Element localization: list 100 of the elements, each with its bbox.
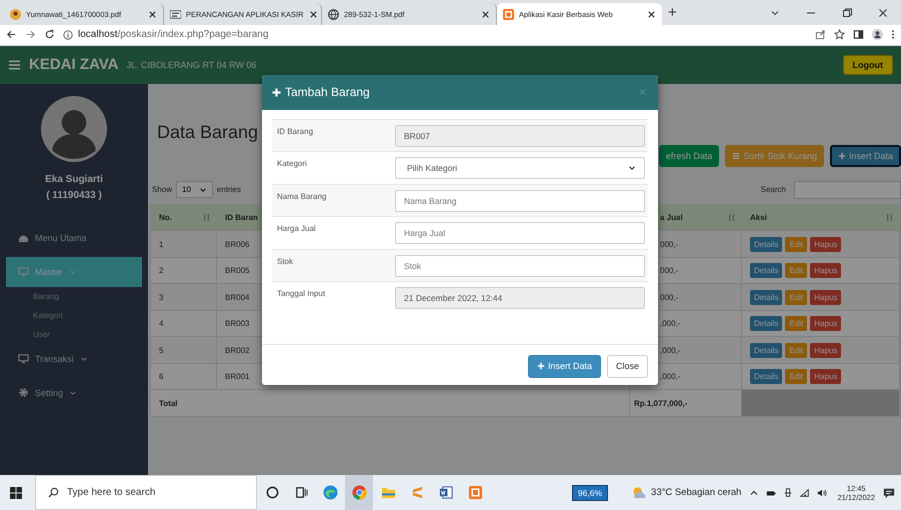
forward-icon[interactable] (25, 29, 36, 40)
field-label: Harga Jual (276, 223, 317, 234)
circle-icon (264, 485, 280, 500)
table-cell: 5 (151, 337, 217, 363)
windows-start-icon[interactable] (10, 486, 22, 498)
close-icon[interactable] (481, 10, 490, 18)
page-title: Data Barang (156, 122, 258, 143)
wifi-icon[interactable] (800, 488, 810, 498)
row-action-button[interactable]: Edit (785, 290, 808, 305)
taskbar-search-field[interactable]: Type here to search (35, 475, 257, 510)
row-action-button[interactable]: Details (750, 263, 782, 278)
submenu-item[interactable]: Kategori (0, 306, 148, 325)
plus-icon (536, 362, 545, 370)
insert-data-button[interactable]: Insert Data (528, 354, 601, 378)
field-label: Kategori (276, 158, 308, 168)
browser-icon (322, 485, 338, 500)
sidebar-item[interactable]: Transaksi (6, 344, 142, 374)
battery-percentage[interactable]: 96,6% (572, 484, 608, 500)
row-action-button[interactable]: Edit (785, 263, 808, 278)
row-action-button[interactable]: Hapus (810, 236, 842, 252)
input-field[interactable]: Harga Jual (395, 222, 645, 244)
entries-label: entries (216, 185, 241, 194)
input-field[interactable]: Nama Barang (395, 190, 645, 212)
app-icon (503, 8, 514, 20)
field-label: Stok (276, 256, 294, 266)
toolbar-button[interactable]: Insert Data (830, 144, 901, 167)
close-button[interactable]: Close (606, 354, 648, 378)
url-text: localhost/poskasir/index.php?page=barang (78, 29, 268, 40)
modal-title: Tambah Barang (285, 85, 370, 100)
row-action-button[interactable]: Details (750, 342, 782, 358)
row-action-button[interactable]: Hapus (810, 342, 842, 358)
field-label: Nama Barang (276, 190, 328, 201)
row-action-button[interactable]: Edit (785, 342, 808, 358)
profile-icon[interactable] (872, 29, 883, 40)
settings-icon (18, 387, 29, 398)
user-name: Eka Sugiarti (45, 174, 103, 185)
row-action-button[interactable]: Hapus (810, 316, 842, 332)
submenu-item[interactable]: User (0, 324, 148, 344)
sort-icon (886, 213, 893, 222)
close-icon[interactable] (308, 10, 318, 18)
restore-icon[interactable] (841, 6, 853, 18)
row-action-button[interactable]: Edit (785, 316, 808, 332)
document-icon (170, 8, 181, 20)
category-select[interactable]: Pilih Kategori (395, 157, 645, 180)
browser-icon (352, 485, 366, 500)
star-icon[interactable] (834, 29, 845, 40)
close-icon[interactable] (148, 10, 157, 18)
close-button[interactable]: × (636, 85, 648, 100)
chevron-down-icon (198, 186, 207, 194)
folder-icon (380, 485, 396, 500)
document-icon (438, 485, 454, 500)
share-icon[interactable] (815, 29, 826, 40)
side-panel-icon[interactable] (853, 29, 864, 40)
sidebar-item[interactable]: Menu Utama (6, 222, 142, 253)
user-id: ( 11190433 ) (46, 190, 102, 201)
more-icon[interactable] (891, 29, 895, 40)
back-icon[interactable] (6, 29, 17, 40)
table-cell: 3 (151, 284, 217, 310)
weather-icon (632, 486, 648, 499)
sort-icon (203, 213, 210, 222)
info-icon (63, 30, 73, 40)
weather-text[interactable]: 33°C Sebagian cerah (651, 487, 742, 498)
notification-icon[interactable] (883, 486, 895, 498)
entries-select[interactable]: 10 (176, 181, 213, 198)
menu-icon[interactable] (8, 58, 21, 71)
close-icon[interactable] (877, 6, 889, 18)
search-field[interactable] (794, 180, 901, 199)
input-field[interactable]: BR007 (395, 124, 645, 147)
row-action-button[interactable]: Details (750, 369, 782, 384)
toolbar-button[interactable]: Sortir Stok Kurang (725, 144, 824, 167)
avatar-icon (41, 96, 107, 162)
speaker-icon[interactable] (817, 488, 828, 498)
row-action-button[interactable]: Hapus (810, 369, 842, 384)
plus-icon (272, 88, 281, 97)
task-view-icon (294, 485, 308, 500)
row-action-button[interactable]: Details (750, 316, 782, 332)
row-action-button[interactable]: Edit (785, 236, 808, 252)
monitor-icon (18, 353, 29, 364)
store-address: JL. CIBOLERANG RT 04 RW 06 (126, 60, 257, 70)
sidebar-item[interactable]: Master (6, 256, 142, 287)
plus-icon (838, 152, 846, 160)
address-field[interactable]: localhost/poskasir/index.php?page=barang (63, 26, 272, 43)
input-field[interactable]: 21 December 2022, 12:44 (395, 287, 645, 310)
show-label: Show (152, 185, 172, 194)
avatar-icon (10, 8, 21, 20)
table-cell: 6 (151, 364, 217, 390)
input-field[interactable]: Stok (395, 254, 645, 277)
total-label: Total (151, 390, 630, 416)
close-icon[interactable] (647, 10, 656, 18)
reload-icon[interactable] (44, 29, 55, 40)
row-action-button[interactable]: Hapus (810, 290, 842, 305)
row-action-button[interactable]: Edit (785, 369, 808, 384)
search-icon (48, 487, 59, 498)
sidebar-item[interactable]: Setting (6, 378, 142, 408)
row-action-button[interactable]: Details (750, 290, 782, 305)
toolbar-button[interactable]: efresh Data (658, 144, 720, 167)
row-action-button[interactable]: Details (750, 236, 782, 252)
logout-button[interactable]: Logout (842, 54, 893, 75)
new-tab-button[interactable]: + (662, 4, 683, 21)
row-action-button[interactable]: Hapus (810, 263, 842, 278)
